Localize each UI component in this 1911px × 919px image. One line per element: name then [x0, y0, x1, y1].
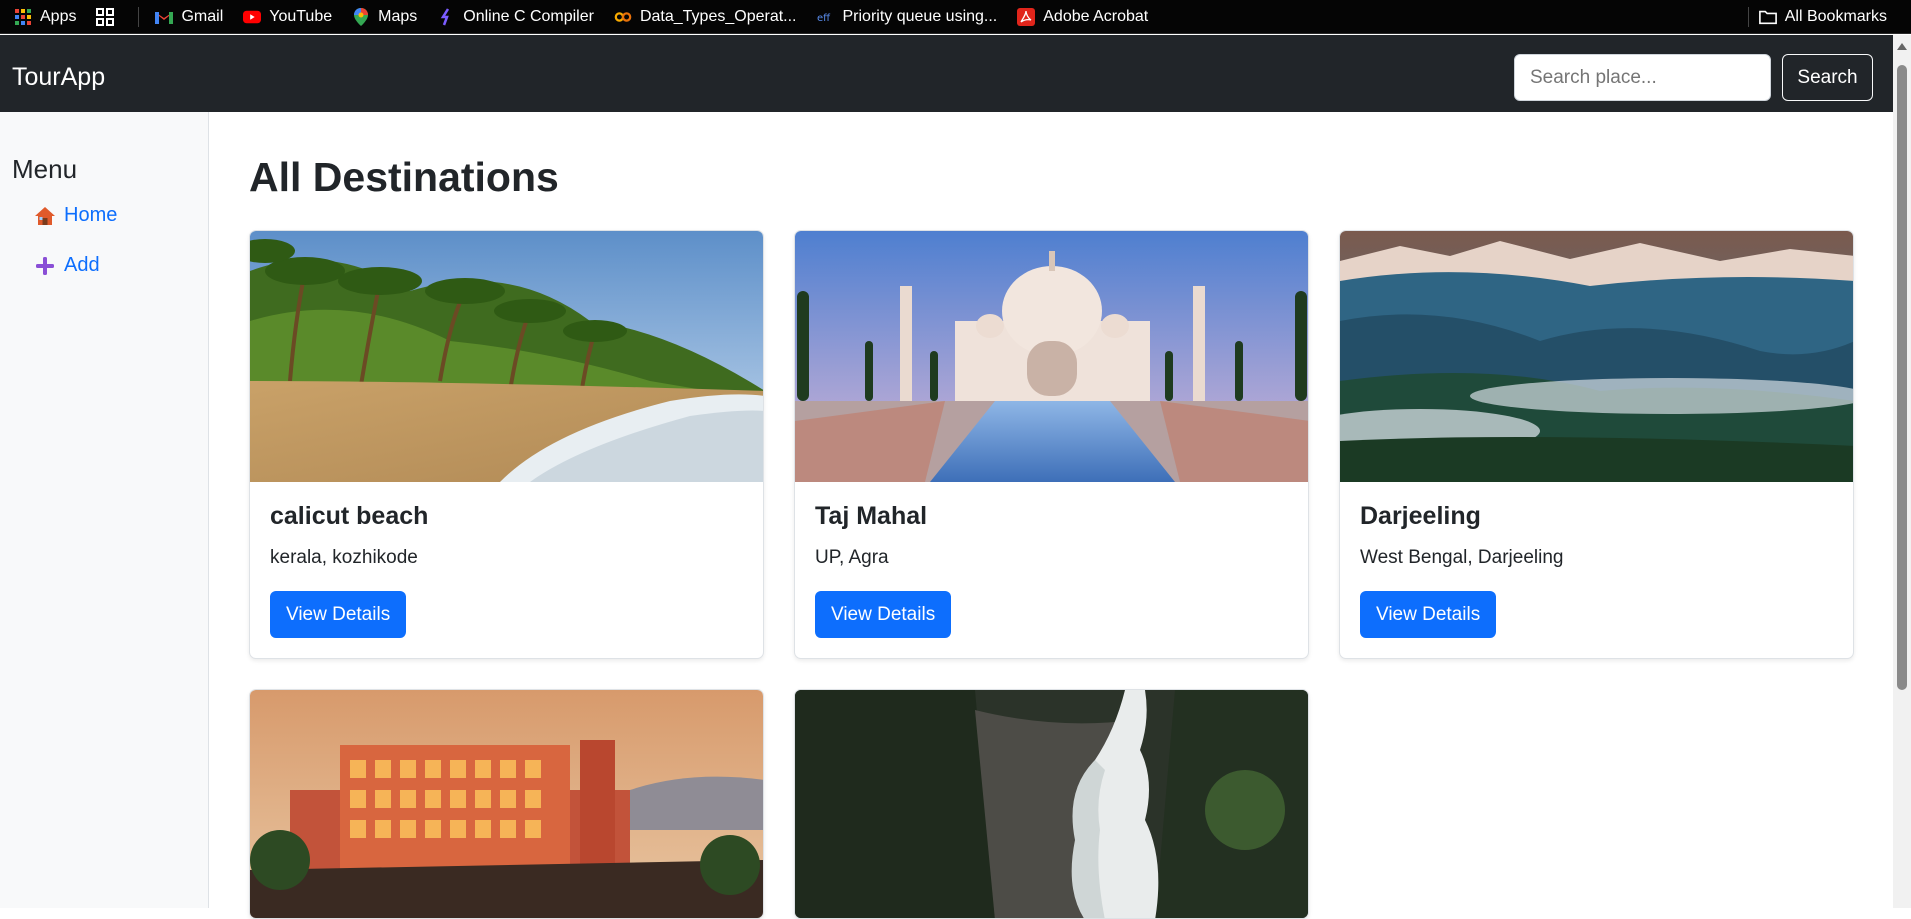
bookmark-label: Data_Types_Operat... [639, 7, 797, 25]
bookmark-adobe-acrobat[interactable]: Adobe Acrobat [1007, 0, 1158, 34]
page-scrollbar[interactable] [1893, 35, 1911, 908]
hawa-mahal-photo [250, 690, 763, 918]
card-title: Darjeeling [1360, 502, 1481, 530]
card-title: Taj Mahal [815, 502, 928, 530]
view-details-button[interactable]: View Details [1360, 591, 1497, 638]
scroll-up-arrow-icon[interactable] [1897, 43, 1907, 50]
card-location: UP, Agra [815, 547, 889, 568]
bookmarks-bar: Apps Gmail YouTube Maps Online C Compile… [0, 0, 1911, 34]
bookmark-apps[interactable]: Apps [0, 0, 86, 34]
apps-grid-icon [14, 8, 32, 26]
sidebar-item-home[interactable]: Home [34, 204, 117, 227]
navbar: TourApp Search [0, 35, 1893, 112]
card-body: Darjeeling West Bengal, Darjeeling View … [1340, 482, 1853, 658]
plus-icon [34, 255, 56, 277]
card-location: kerala, kozhikode [270, 547, 418, 568]
destination-card: Taj Mahal UP, Agra View Details [794, 230, 1309, 659]
bookmark-label: Gmail [181, 7, 224, 25]
svg-text:eff: eff [817, 13, 831, 24]
bookmark-online-c-compiler[interactable]: Online C Compiler [427, 0, 604, 34]
bookmark-label: Online C Compiler [463, 7, 594, 25]
bookmark-label: YouTube [269, 7, 333, 25]
card-body: calicut beach kerala, kozhikode View Det… [250, 482, 763, 658]
bookmark-youtube[interactable]: YouTube [233, 0, 342, 34]
mountains-photo [1340, 231, 1853, 482]
bookmark-label: Apps [40, 7, 77, 25]
sidebar-item-add[interactable]: Add [34, 254, 100, 277]
scrollbar-thumb[interactable] [1897, 65, 1907, 690]
gfg-icon: eff [817, 8, 835, 26]
destination-card: calicut beach kerala, kozhikode View Det… [249, 230, 764, 659]
colab-icon [614, 8, 632, 26]
bookmark-colab[interactable]: Data_Types_Operat... [604, 0, 807, 34]
bookmark-priority-queue[interactable]: eff Priority queue using... [807, 0, 1008, 34]
bookmark-separator [1747, 7, 1749, 27]
waterfall-photo [795, 690, 1308, 918]
card-body: Taj Mahal UP, Agra View Details [795, 482, 1308, 658]
taj-mahal-photo [795, 231, 1308, 482]
tab-groups-icon [96, 7, 115, 26]
view-details-button[interactable]: View Details [270, 591, 407, 638]
youtube-icon [243, 8, 262, 26]
search-button[interactable]: Search [1782, 54, 1873, 101]
beach-photo [250, 231, 763, 482]
sidebar-title: Menu [12, 154, 78, 184]
compiler-icon [437, 7, 455, 26]
brand-logo[interactable]: TourApp [12, 63, 105, 92]
view-details-button[interactable]: View Details [815, 591, 952, 638]
destination-card: Darjeeling West Bengal, Darjeeling View … [1339, 230, 1854, 659]
sidebar: Menu Home Add [0, 112, 209, 908]
sidebar-item-label: Add [64, 254, 100, 276]
house-icon [34, 205, 56, 227]
all-bookmarks[interactable]: All Bookmarks [1732, 0, 1897, 34]
destination-card [794, 689, 1309, 919]
bookmark-gmail[interactable]: Gmail [145, 0, 233, 34]
destination-card [249, 689, 764, 919]
search-input[interactable] [1514, 54, 1771, 101]
bookmark-separator [138, 6, 140, 27]
bookmark-label: Adobe Acrobat [1043, 7, 1149, 25]
acrobat-icon [1017, 7, 1036, 26]
bookmark-maps[interactable]: Maps [342, 0, 427, 34]
maps-pin-icon [352, 7, 370, 26]
card-title: calicut beach [270, 502, 429, 530]
card-location: West Bengal, Darjeeling [1360, 547, 1564, 568]
all-bookmarks-label: All Bookmarks [1784, 8, 1887, 25]
gmail-icon [155, 8, 174, 26]
folder-icon [1758, 8, 1777, 26]
bookmark-label: Maps [378, 7, 418, 25]
bookmark-tab-groups[interactable] [86, 0, 132, 34]
sidebar-item-label: Home [64, 204, 118, 226]
page-title: All Destinations [249, 154, 559, 200]
bookmark-label: Priority queue using... [842, 7, 998, 25]
